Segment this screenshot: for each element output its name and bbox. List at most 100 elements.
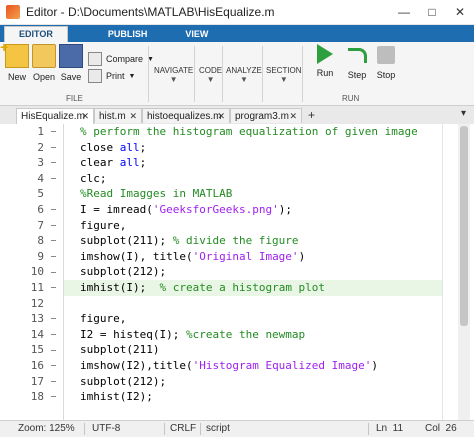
- line-number: 14: [30, 327, 44, 341]
- close-tab-icon[interactable]: ✕: [289, 109, 297, 124]
- step-button[interactable]: Step: [342, 44, 372, 80]
- run-icon: [317, 44, 333, 64]
- compare-label: Compare: [106, 54, 144, 64]
- file-tab-hisequalize[interactable]: HisEqualize.m ✕: [16, 108, 94, 124]
- line-number: 3: [37, 156, 44, 170]
- code-line[interactable]: imshow(I2),title('Histogram Equalized Im…: [80, 358, 378, 374]
- separator: [222, 46, 223, 102]
- encoding[interactable]: UTF-8: [92, 423, 120, 434]
- code-editor[interactable]: 1 2 3 4 5 6 7 8 9 10 11 12 13 14 15 16 1…: [0, 124, 474, 420]
- tab-editor[interactable]: EDITOR: [4, 26, 68, 42]
- line-marker: [51, 396, 56, 397]
- code-line[interactable]: clear all;: [80, 155, 146, 171]
- code-line[interactable]: I2 = histeq(I); %create the newmap: [80, 327, 305, 343]
- line-number: 6: [37, 203, 44, 216]
- separator: [200, 423, 201, 435]
- code-line[interactable]: imshow(I), title('Original Image'): [80, 249, 305, 265]
- printer-icon: [88, 69, 102, 83]
- file-tab-label: program3.m: [235, 111, 289, 122]
- code-line[interactable]: subplot(212);: [80, 264, 166, 280]
- line-number: 1: [37, 125, 44, 138]
- print-button[interactable]: Print ▼: [88, 69, 135, 83]
- compare-icon: [88, 52, 102, 66]
- code-line[interactable]: close all;: [80, 140, 146, 156]
- close-tab-icon[interactable]: ✕: [81, 109, 89, 124]
- line-ending[interactable]: CRLF: [170, 423, 196, 434]
- right-margin-line: [442, 124, 443, 420]
- separator: [262, 46, 263, 102]
- vertical-scrollbar[interactable]: [458, 124, 470, 420]
- line-number: 5: [37, 187, 44, 201]
- line-number: 8: [37, 234, 44, 248]
- new-button[interactable]: New: [0, 39, 32, 82]
- save-label: Save: [60, 72, 82, 82]
- line-marker: [51, 287, 56, 288]
- file-tab-label: HisEqualize.m: [21, 111, 85, 122]
- line-marker: [51, 178, 56, 179]
- separator: [302, 46, 303, 102]
- close-tab-icon[interactable]: ✕: [217, 109, 225, 124]
- separator: [164, 423, 165, 435]
- tab-menu-icon[interactable]: ▾: [461, 108, 466, 119]
- stop-button[interactable]: Stop: [371, 44, 401, 80]
- code-line[interactable]: I = imread('GeeksforGeeks.png');: [80, 202, 292, 218]
- line-marker: [51, 225, 56, 226]
- code-line[interactable]: subplot(211); % divide the figure: [80, 233, 299, 249]
- chevron-down-icon: ▼: [239, 75, 248, 84]
- compare-button[interactable]: Compare ▼: [88, 52, 154, 66]
- scrollbar-thumb[interactable]: [460, 126, 468, 326]
- new-file-icon: [0, 39, 29, 68]
- line-number: 13: [30, 312, 44, 326]
- line-marker: [51, 381, 56, 382]
- cursor-column: Col 26: [425, 423, 457, 434]
- status-bar: Zoom: 125% UTF-8 CRLF script Ln 11 Col 2…: [0, 420, 474, 437]
- close-button[interactable]: ✕: [446, 0, 474, 24]
- code-line[interactable]: % perform the histogram equalization of …: [80, 124, 418, 140]
- file-type[interactable]: script: [206, 423, 230, 434]
- step-icon: [346, 44, 368, 66]
- code-line[interactable]: figure,: [80, 218, 126, 234]
- file-tab-hist[interactable]: hist.m ✕: [94, 108, 142, 123]
- zoom-level[interactable]: Zoom: 125%: [18, 423, 75, 434]
- line-number: 4: [37, 171, 44, 185]
- open-button[interactable]: Open: [29, 44, 59, 82]
- line-marker: [51, 147, 56, 148]
- code-line[interactable]: %Read Imagges in MATLAB: [80, 186, 232, 202]
- run-group-label: RUN: [342, 94, 360, 103]
- close-tab-icon[interactable]: ✕: [129, 109, 137, 124]
- line-marker: [51, 240, 56, 241]
- code-line[interactable]: subplot(212);: [80, 374, 166, 390]
- maximize-button[interactable]: □: [418, 0, 446, 24]
- folder-icon: [32, 44, 56, 68]
- save-button[interactable]: Save: [56, 44, 86, 82]
- line-marker: [51, 350, 56, 351]
- line-marker: [51, 318, 56, 319]
- navigate-menu[interactable]: NAVIGATE ▼: [154, 66, 193, 84]
- file-tab-program3[interactable]: program3.m ✕: [230, 108, 302, 123]
- file-tab-histoequalizes[interactable]: histoequalizes.m ✕: [142, 108, 230, 123]
- line-number-gutter: 1 2 3 4 5 6 7 8 9 10 11 12 13 14 15 16 1…: [0, 124, 60, 420]
- gutter-divider: [63, 124, 64, 420]
- analyze-menu[interactable]: ANALYZE ▼: [226, 66, 262, 84]
- title-bar: Editor - D:\Documents\MATLAB\HisEqualize…: [0, 0, 474, 25]
- line-number: 7: [37, 218, 44, 232]
- line-marker: [51, 334, 56, 335]
- minimize-button[interactable]: —: [390, 0, 418, 24]
- code-line[interactable]: clc;: [80, 171, 107, 187]
- run-button[interactable]: Run: [310, 44, 340, 78]
- line-number: 11: [30, 281, 44, 294]
- code-line[interactable]: imhist(I); % create a histogram plot: [80, 280, 325, 296]
- code-menu[interactable]: CODE ▼: [199, 66, 222, 84]
- line-marker: [51, 131, 56, 132]
- section-menu[interactable]: SECTION ▼: [266, 66, 302, 84]
- code-line[interactable]: subplot(211): [80, 342, 159, 358]
- run-label: Run: [316, 68, 334, 78]
- code-line[interactable]: figure,: [80, 311, 126, 327]
- add-tab-icon[interactable]: +: [308, 108, 315, 123]
- tab-view[interactable]: VIEW: [171, 27, 222, 42]
- code-line[interactable]: imhist(I2);: [80, 389, 153, 405]
- tab-publish[interactable]: PUBLISH: [94, 27, 162, 42]
- line-number: 17: [30, 374, 44, 388]
- separator: [368, 423, 369, 435]
- print-dropdown-icon: ▼: [128, 72, 136, 80]
